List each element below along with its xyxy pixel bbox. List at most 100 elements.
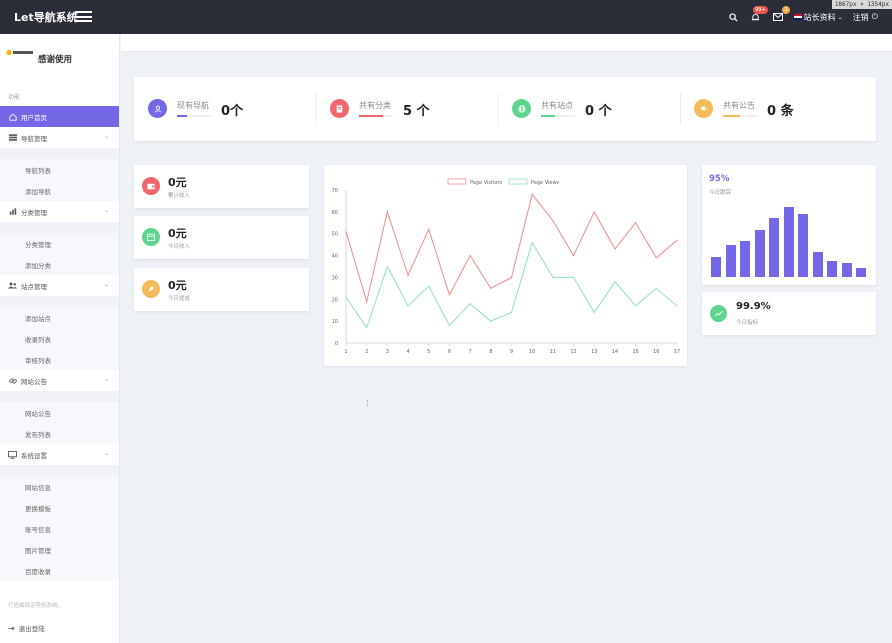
data-point	[531, 241, 533, 244]
sidebar-item-category[interactable]: 分类管理 ⌄	[0, 201, 119, 222]
metric-card: 99.9% 今日指标	[702, 292, 876, 335]
data-point	[531, 193, 533, 195]
tracking-card: 95% 今日跟踪	[702, 165, 876, 285]
logout-label: 注销	[852, 12, 869, 22]
sidebar-item-announcements[interactable]: 网站公告 ⌄	[0, 370, 119, 391]
submenu-item[interactable]: 添加站点	[0, 307, 119, 328]
rocket-icon	[142, 280, 160, 298]
data-point	[428, 228, 430, 230]
submenu-item[interactable]: 网站信息	[0, 476, 119, 497]
stat-value: 0个	[221, 104, 244, 119]
y-tick-label: 10	[332, 319, 338, 325]
sidebar-item-label: 分类管理	[21, 208, 47, 217]
submenu-item[interactable]: 网站公告	[0, 402, 119, 423]
commission-card-today: 0元 今日提成	[134, 268, 309, 311]
sidebar-logout[interactable]: ⇥ 退出登陆	[8, 623, 45, 634]
y-tick-label: 50	[332, 232, 338, 238]
data-point	[593, 211, 595, 213]
user-icon	[148, 99, 167, 118]
wallet-icon	[142, 177, 160, 195]
data-point	[386, 211, 388, 213]
chevron-down-icon: ⌄	[103, 281, 109, 288]
submenu-item[interactable]: 账号信息	[0, 518, 119, 539]
tracking-label: 今日跟踪	[709, 190, 732, 196]
x-tick-label: 8	[489, 349, 492, 355]
list-icon	[8, 133, 17, 142]
submenu-item[interactable]: 百度收录	[0, 560, 119, 581]
x-tick-label: 12	[570, 349, 576, 355]
income-card-today: 0元 今日收入	[134, 216, 309, 259]
data-point	[552, 220, 554, 222]
chart-icon	[8, 207, 17, 216]
brand-title[interactable]: Let导航系统	[14, 9, 78, 25]
trend-icon	[710, 305, 727, 322]
mail-icon[interactable]: 1	[772, 6, 790, 23]
home-icon	[8, 112, 17, 121]
metric-value: 99.9%	[736, 301, 771, 312]
stat-sites: 共有站点 0 个	[498, 77, 680, 141]
submenu-item[interactable]: 添加导航	[0, 180, 119, 201]
stat-announcements: 共有公告 0 条	[680, 77, 862, 141]
top-bar: Let导航系统 1867px × 1354px 99+ 1 站长资料 ⌄ 注销 …	[0, 0, 892, 34]
sidebar-item-sites[interactable]: 站点管理 ⌄	[0, 275, 119, 296]
menu-toggle-icon[interactable]	[75, 11, 92, 22]
y-tick-label: 60	[332, 210, 338, 216]
stat-value: 5 个	[403, 104, 430, 119]
x-tick-label: 16	[653, 349, 659, 355]
data-point	[345, 296, 347, 298]
logo-area: 感谢使用	[0, 34, 119, 86]
data-point	[469, 303, 471, 305]
calendar-icon	[142, 228, 160, 246]
submenu-gap	[0, 222, 119, 233]
sidebar-logout-label: 退出登陆	[18, 625, 45, 633]
bell-icon[interactable]: 99+	[750, 6, 768, 23]
data-point	[655, 287, 657, 289]
file-icon	[330, 99, 349, 118]
submenu-item[interactable]: 导航列表	[0, 159, 119, 180]
data-point	[407, 305, 409, 307]
logout-link[interactable]: 注销 ⏻	[853, 12, 878, 23]
dimension-tag: 1867px × 1354px	[831, 0, 892, 9]
traffic-chart-card: 0 10 20 30 40 50 60 70 1 2 3 4 5 6 7 8 9 10 11 12 13 14 15 16 17…	[324, 165, 687, 366]
link-icon	[8, 376, 17, 385]
data-point	[572, 276, 575, 279]
data-point	[510, 311, 513, 313]
submenu-gap	[0, 296, 119, 307]
submenu-item[interactable]: 添加分类	[0, 254, 119, 275]
submenu-gap	[0, 148, 119, 159]
data-point	[655, 257, 657, 259]
x-tick-label: 13	[591, 349, 597, 355]
data-point	[407, 274, 409, 276]
tracking-percent: 95%	[709, 174, 730, 184]
submenu-item[interactable]: 收录列表	[0, 328, 119, 349]
submenu-item[interactable]: 更换模板	[0, 497, 119, 518]
submenu-item[interactable]: 图片管理	[0, 539, 119, 560]
tracking-bar	[841, 263, 852, 277]
data-point	[448, 294, 451, 296]
submenu-item[interactable]: 发布列表	[0, 423, 119, 444]
sidebar-item-nav-manage[interactable]: 导航管理 ⌄	[0, 127, 119, 148]
legend-label: Page Views	[531, 180, 560, 186]
tracking-bar	[783, 207, 794, 277]
stat-label: 现有导航	[177, 101, 209, 110]
search-icon[interactable]	[728, 11, 740, 23]
sidebar-item-home[interactable]: 用户首页	[0, 106, 119, 127]
profile-menu[interactable]: 站长资料 ⌄	[793, 12, 843, 23]
y-tick-label: 70	[332, 188, 338, 194]
stat-progress	[723, 115, 757, 117]
card-desc: 累计收入	[168, 193, 191, 199]
x-tick-label: 2	[365, 349, 368, 355]
data-point	[490, 287, 492, 289]
sign-out-icon: ⇥	[8, 623, 15, 633]
income-card-total: 0元 累计收入	[134, 165, 309, 208]
sidebar-item-settings[interactable]: 系统设置 ⌄	[0, 444, 119, 465]
submenu-item[interactable]: 分类管理	[0, 233, 119, 254]
submenu-item[interactable]: 审核列表	[0, 349, 119, 370]
stat-progress	[177, 115, 211, 117]
globe-icon	[512, 99, 531, 118]
tracking-bar	[711, 256, 721, 277]
chevron-down-icon: ⌄	[103, 207, 109, 214]
submenu-gap	[0, 391, 119, 402]
logo-image	[6, 49, 33, 56]
x-tick-label: 6	[448, 349, 451, 355]
